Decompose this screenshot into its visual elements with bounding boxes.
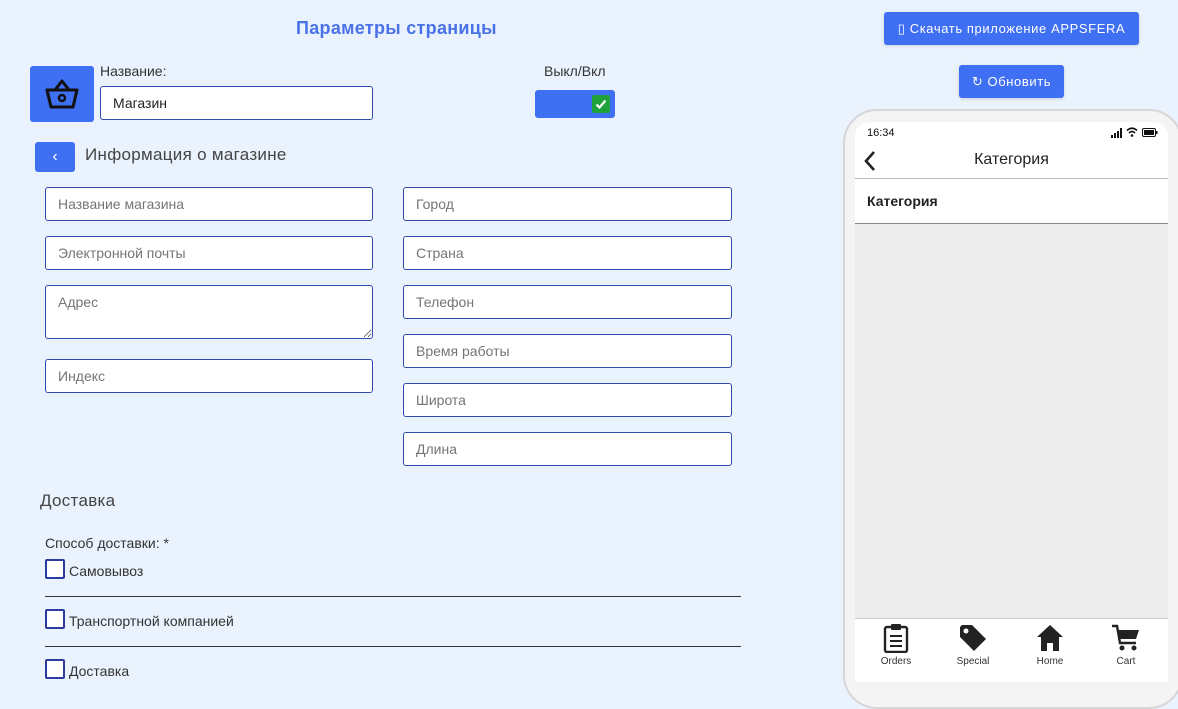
category-row[interactable]: Категория: [855, 179, 1168, 224]
delivery-method-label: Способ доставки: *: [45, 535, 169, 551]
phone-screen: 16:34 Категория Категория Orders Special…: [855, 122, 1168, 682]
phone-nav-title: Категория: [974, 151, 1049, 168]
enable-toggle[interactable]: [535, 90, 615, 118]
delivery-checkbox[interactable]: [45, 659, 65, 679]
city-input[interactable]: [403, 187, 732, 221]
signal-icon: [1111, 128, 1122, 138]
name-input[interactable]: [100, 86, 373, 120]
delivery-title: Доставка: [40, 491, 116, 510]
country-input[interactable]: [403, 236, 732, 270]
check-icon: [592, 95, 610, 113]
refresh-button[interactable]: ↻ Обновить: [959, 65, 1064, 98]
store-info-title: Информация о магазине: [85, 145, 287, 164]
tag-icon: [960, 625, 986, 651]
basket-icon: [45, 79, 79, 109]
toggle-label: Выкл/Вкл: [544, 63, 606, 79]
store-icon-button[interactable]: [30, 66, 94, 122]
tab-special-label: Special: [956, 656, 990, 667]
tab-home[interactable]: Home: [1020, 623, 1080, 667]
working-hours-input[interactable]: [403, 334, 732, 368]
tab-orders[interactable]: Orders: [866, 623, 926, 667]
tab-cart-label: Cart: [1116, 656, 1136, 667]
collapse-section-button[interactable]: ‹: [35, 142, 75, 172]
tab-home-label: Home: [1036, 656, 1064, 667]
postal-code-input[interactable]: [45, 359, 373, 393]
email-input[interactable]: [45, 236, 373, 270]
cart-icon: [1112, 624, 1139, 651]
download-app-button[interactable]: ▯ Скачать приложение APPSFERA: [884, 12, 1139, 45]
transport-company-label: Транспортной компанией: [69, 613, 234, 629]
name-label: Название:: [100, 63, 167, 79]
home-icon: [1037, 625, 1063, 651]
pickup-label: Самовывоз: [69, 563, 144, 579]
status-bar: 16:34: [855, 122, 1168, 144]
phone-nav-bar: Категория: [855, 144, 1168, 179]
latitude-input[interactable]: [403, 383, 732, 417]
phone-input[interactable]: [403, 285, 732, 319]
category-row-label: Категория: [867, 193, 938, 209]
tab-cart[interactable]: Cart: [1096, 623, 1156, 667]
divider: [45, 596, 741, 597]
battery-icon: [1142, 128, 1158, 137]
address-textarea[interactable]: [45, 285, 373, 339]
pickup-checkbox[interactable]: [45, 559, 65, 579]
clipboard-icon: [883, 624, 909, 653]
phone-tab-bar: Orders Special Home Cart: [855, 618, 1168, 682]
status-time: 16:34: [867, 127, 895, 139]
tab-orders-label: Orders: [880, 656, 912, 667]
longitude-input[interactable]: [403, 432, 732, 466]
divider: [45, 646, 741, 647]
store-name-input[interactable]: [45, 187, 373, 221]
tab-special[interactable]: Special: [943, 623, 1003, 667]
page-title: Параметры страницы: [296, 18, 497, 38]
transport-company-checkbox[interactable]: [45, 609, 65, 629]
wifi-icon: [1126, 127, 1138, 137]
delivery-label: Доставка: [69, 663, 130, 679]
